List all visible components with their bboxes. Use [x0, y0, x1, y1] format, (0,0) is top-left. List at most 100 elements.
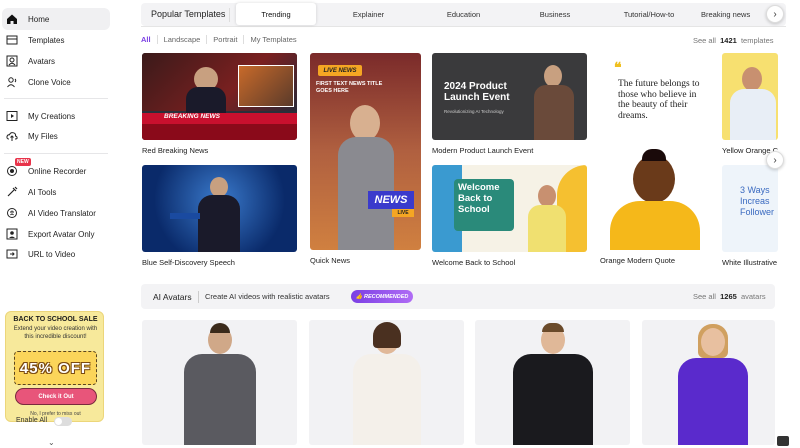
avatar-hair [542, 323, 564, 332]
template-title[interactable]: Red Breaking News [142, 146, 208, 155]
sidebar-item-ai-video-translator[interactable]: AI Video Translator [2, 202, 110, 224]
chevron-right-icon: › [773, 154, 777, 166]
template-card-quick-news[interactable]: LIVE NEWS FIRST TEXT NEWS TITLE GOES HER… [310, 53, 421, 250]
tabs-next-button[interactable]: › [766, 5, 784, 23]
section-title: Popular Templates [151, 9, 226, 19]
filter-landscape[interactable]: Landscape [158, 35, 208, 44]
template-card-product-launch[interactable]: 2024 Product Launch Event Revolutionizin… [432, 53, 587, 140]
sidebar-item-label: URL to Video [28, 249, 76, 259]
avatar-card[interactable] [142, 320, 297, 445]
avatar-hair [373, 322, 401, 348]
sidebar-item-avatars[interactable]: Avatars [2, 50, 110, 72]
quote-mark-icon: ❝ [614, 59, 622, 75]
tab-education[interactable]: Education [421, 3, 506, 25]
templates-icon [5, 33, 19, 47]
presenter-head [210, 177, 228, 197]
check-it-out-button[interactable]: Check it Out [15, 388, 97, 405]
export-icon [5, 227, 19, 241]
welcome-headline: Welcome Back to School [458, 182, 500, 215]
filter-my-templates[interactable]: My Templates [244, 35, 302, 44]
avatar-count: 1265 [720, 292, 737, 301]
filter-all[interactable]: All [141, 35, 158, 44]
template-title[interactable]: Orange Modern Quote [600, 256, 675, 265]
live-news-tag: LIVE NEWS [318, 65, 362, 76]
news-logo: NEWS [368, 191, 414, 209]
template-title[interactable]: Modern Product Launch Event [432, 146, 533, 155]
avatar-card[interactable] [642, 320, 775, 445]
cloud-upload-icon [5, 129, 19, 143]
avatar-body [513, 354, 593, 445]
sidebar-item-label: Templates [28, 35, 65, 45]
enable-all-toggle[interactable] [54, 417, 72, 426]
see-all-avatars-link[interactable]: See all 1265 avatars [693, 292, 766, 301]
avatar-body [353, 354, 421, 445]
chevron-right-icon: › [773, 8, 777, 20]
avatar-card[interactable] [309, 320, 464, 445]
template-title[interactable]: Blue Self-Discovery Speech [142, 258, 235, 267]
sidebar-item-home[interactable]: Home [2, 8, 110, 30]
template-card-yellow-orange[interactable] [722, 53, 778, 140]
record-icon: NEW [5, 158, 31, 178]
sidebar-item-label: Clone Voice [28, 77, 71, 87]
avatar-hair [210, 323, 230, 333]
caption-bar [170, 213, 200, 219]
quote-text: The future belongs to those who believe … [618, 79, 700, 121]
templates-tabs: Popular Templates Trending Explainer Edu… [141, 3, 786, 27]
play-icon [5, 109, 19, 123]
link-icon [5, 247, 19, 261]
sidebar-item-export-avatar-only[interactable]: Export Avatar Only [2, 223, 110, 245]
home-icon [5, 12, 19, 26]
sidebar-item-label: AI Video Translator [28, 208, 96, 218]
sidebar-item-templates[interactable]: Templates [2, 29, 110, 51]
template-count: 1421 [720, 36, 737, 45]
see-all-templates-link[interactable]: See all 1421 templates [693, 36, 774, 45]
ticker-bar [142, 124, 297, 140]
template-title[interactable]: Welcome Back to School [432, 258, 515, 267]
presenter-head [350, 105, 380, 141]
tab-business[interactable]: Business [511, 3, 599, 25]
sidebar-item-my-creations[interactable]: My Creations [2, 105, 110, 127]
template-title[interactable]: White Illustrative [722, 258, 778, 267]
template-title[interactable]: Quick News [310, 256, 350, 265]
new-badge: NEW [15, 158, 31, 166]
presenter-body [534, 85, 574, 140]
chevron-down-icon[interactable]: ⌄ [48, 438, 55, 447]
avatar-card[interactable] [475, 320, 630, 445]
template-card-back-to-school[interactable]: Welcome Back to School [432, 165, 587, 252]
sidebar-item-my-files[interactable]: My Files [2, 125, 110, 147]
breaking-news-label: BREAKING NEWS [164, 113, 220, 120]
tools-icon [5, 185, 19, 199]
news-title-text: FIRST TEXT NEWS TITLE GOES HERE [316, 81, 383, 94]
avatar-body [610, 201, 700, 250]
template-card-orange-quote[interactable]: ❝ The future belongs to those who believ… [600, 53, 711, 250]
enable-all-label: Enable All [16, 417, 48, 424]
sidebar-item-clone-voice[interactable]: Clone Voice [2, 71, 110, 93]
chat-icon[interactable] [777, 436, 789, 446]
promo-discount: 45% OFF [14, 351, 97, 385]
launch-subtitle: Revolutionizing AI Technology [444, 109, 504, 114]
tab-trending[interactable]: Trending [236, 3, 316, 25]
tab-explainer[interactable]: Explainer [326, 3, 411, 25]
thumbs-up-icon: 👍 [355, 293, 365, 300]
sidebar-item-label: Home [28, 14, 50, 24]
template-card-red-breaking-news[interactable]: BREAKING NEWS [142, 53, 297, 140]
filter-portrait[interactable]: Portrait [207, 35, 245, 44]
template-card-blue-self-discovery[interactable] [142, 165, 297, 252]
sidebar-item-label: Avatars [28, 56, 55, 66]
template-card-white-illustrative[interactable]: 3 Ways Increas Follower [722, 165, 778, 252]
presenter-head [544, 65, 562, 87]
templates-next-button[interactable]: › [766, 151, 784, 169]
avatar-hair [642, 149, 666, 161]
sidebar-item-label: Export Avatar Only [28, 229, 95, 239]
sidebar-item-url-to-video[interactable]: URL to Video [2, 243, 110, 265]
avatar-body [184, 354, 256, 445]
avatar-head [701, 328, 725, 356]
orientation-filters: All Landscape Portrait My Templates [141, 35, 303, 44]
sidebar-item-ai-tools[interactable]: AI Tools [2, 181, 110, 203]
sidebar-item-label: AI Tools [28, 187, 57, 197]
recommended-badge: 👍 RECOMMENDED [351, 290, 413, 303]
live-tag: LIVE [392, 209, 414, 217]
sidebar-item-online-recorder[interactable]: NEW Online Recorder [2, 158, 110, 182]
translate-icon [5, 206, 19, 220]
tab-tutorial[interactable]: Tutorial/How-to [604, 3, 694, 25]
